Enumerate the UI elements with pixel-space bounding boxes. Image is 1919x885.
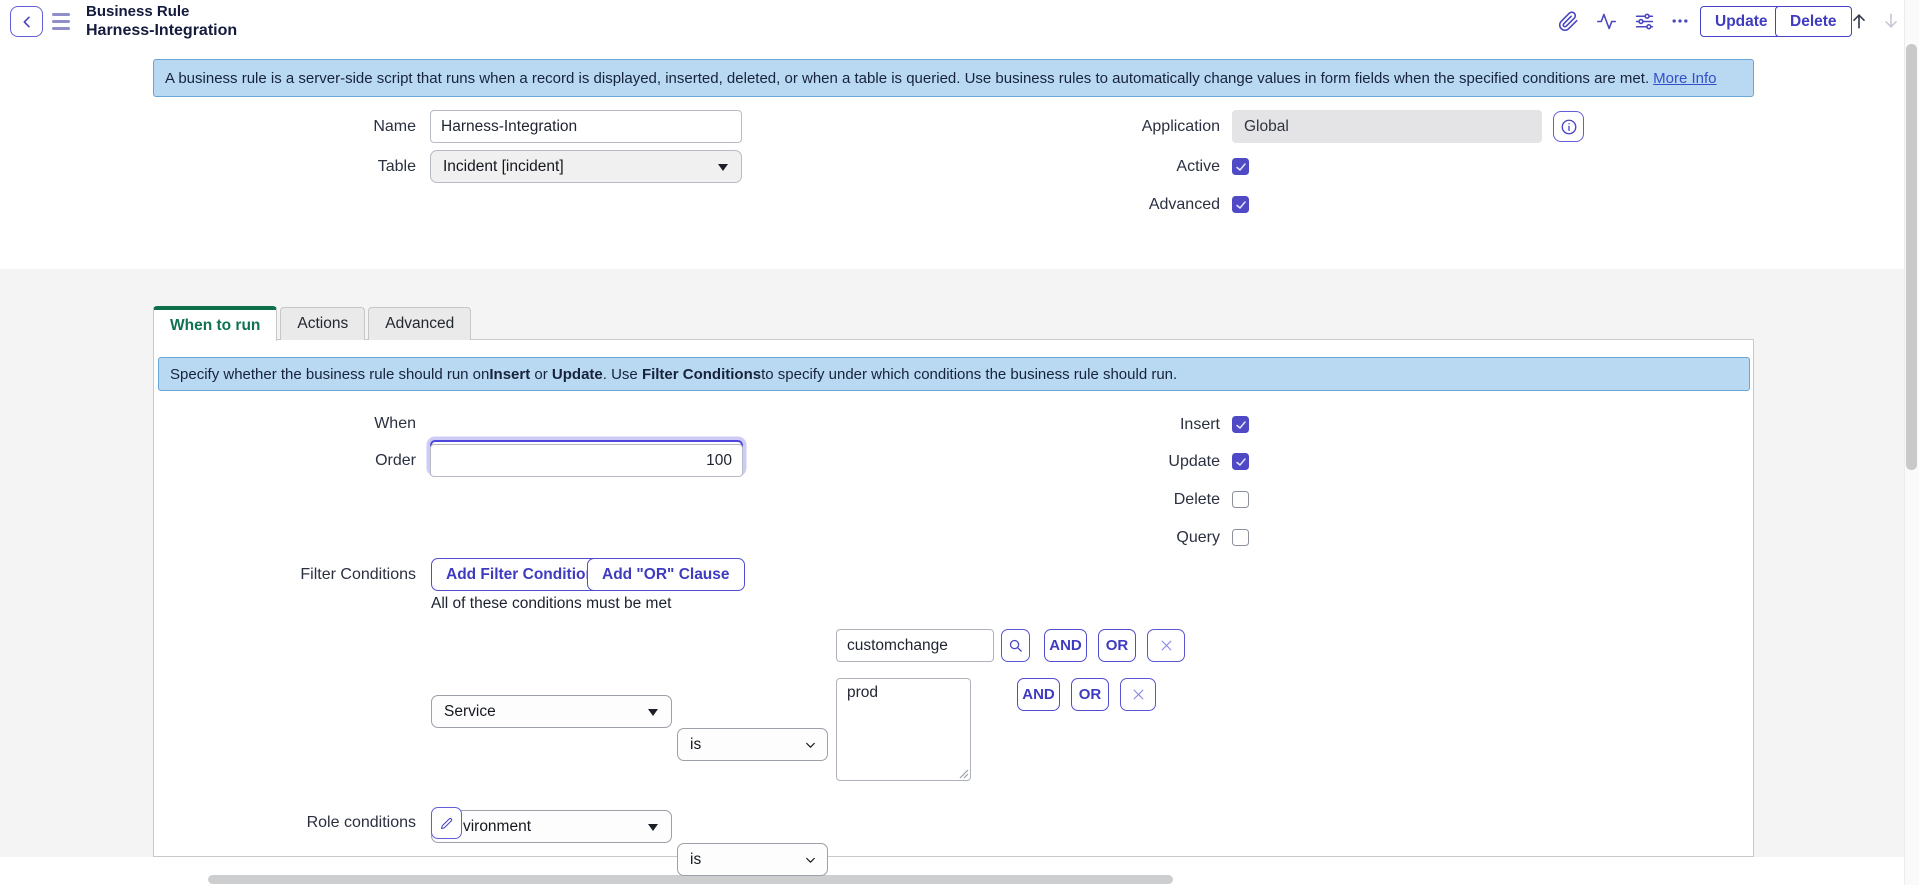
personalize-form-button[interactable] — [1632, 9, 1656, 33]
advanced-label: Advanced — [950, 196, 1220, 213]
condition-search-button[interactable] — [1001, 629, 1030, 662]
or-button[interactable]: OR — [1098, 629, 1136, 662]
condition-operator-value: is — [690, 851, 701, 869]
order-input[interactable] — [430, 444, 743, 477]
tab-bar: When to run Actions Advanced — [153, 306, 471, 341]
banner-bold-filter-conditions: Filter Conditions — [642, 366, 761, 383]
name-input[interactable] — [430, 110, 742, 143]
remove-condition-button[interactable] — [1120, 678, 1156, 711]
record-type-label: Business Rule — [86, 3, 237, 21]
condition-field-select[interactable]: Service — [431, 695, 672, 728]
arrow-up-icon — [1849, 11, 1869, 31]
insert-checkbox[interactable] — [1232, 416, 1249, 433]
condition-value-textarea[interactable]: prod — [836, 678, 971, 781]
check-icon — [1235, 419, 1247, 431]
edit-role-conditions-button[interactable] — [431, 807, 462, 839]
active-checkbox[interactable] — [1232, 158, 1249, 175]
update-button[interactable]: Update — [1700, 6, 1783, 37]
application-field[interactable]: Global — [1232, 110, 1542, 143]
active-label: Active — [950, 158, 1220, 175]
banner-bold-update: Update — [552, 366, 603, 383]
table-select[interactable]: Incident [incident] — [430, 150, 742, 183]
banner-text-segment: . Use — [603, 366, 642, 383]
activity-stream-button[interactable] — [1594, 9, 1618, 33]
insert-label: Insert — [950, 416, 1220, 433]
update-label: Update — [950, 453, 1220, 470]
previous-record-button[interactable] — [1846, 8, 1872, 34]
vertical-scrollbar-thumb[interactable] — [1906, 44, 1917, 470]
when-label: When — [150, 407, 416, 440]
info-icon — [1560, 118, 1578, 136]
condition-field-select[interactable]: Environment — [431, 810, 672, 843]
table-label: Table — [150, 150, 416, 183]
or-button[interactable]: OR — [1071, 678, 1109, 711]
caret-down-icon — [718, 164, 728, 171]
tab-when-to-run[interactable]: When to run — [153, 306, 277, 341]
chevron-left-icon — [19, 14, 35, 30]
info-banner-text: A business rule is a server-side script … — [165, 70, 1649, 87]
horizontal-scrollbar-thumb[interactable] — [208, 875, 1173, 884]
caret-down-icon — [648, 709, 658, 716]
condition-operator-value: is — [690, 736, 701, 754]
sliders-icon — [1634, 11, 1655, 32]
banner-bold-insert: Insert — [489, 366, 530, 383]
banner-text-segment: or — [530, 366, 552, 383]
more-options-button[interactable] — [1668, 9, 1692, 33]
check-icon — [1235, 199, 1247, 211]
add-filter-condition-button[interactable]: Add Filter Condition — [431, 558, 610, 591]
banner-text-segment: Specify whether the business rule should… — [170, 366, 489, 383]
paperclip-icon — [1558, 11, 1579, 32]
next-record-button[interactable] — [1878, 8, 1904, 34]
arrow-down-icon — [1881, 11, 1901, 31]
tab-advanced[interactable]: Advanced — [368, 307, 471, 340]
when-to-run-banner: Specify whether the business rule should… — [158, 357, 1750, 391]
page-title: Business Rule Harness-Integration — [86, 3, 237, 41]
close-icon — [1131, 687, 1146, 702]
activity-icon — [1596, 11, 1617, 32]
delete-label: Delete — [950, 491, 1220, 508]
add-or-clause-button[interactable]: Add "OR" Clause — [587, 558, 745, 591]
check-icon — [1235, 161, 1247, 173]
check-icon — [1235, 456, 1247, 468]
tab-actions[interactable]: Actions — [280, 307, 365, 340]
ellipsis-icon — [1670, 11, 1690, 31]
query-label: Query — [950, 529, 1220, 546]
form-context-menu-icon[interactable] — [52, 13, 70, 30]
table-select-value: Incident [incident] — [443, 158, 564, 176]
condition-operator-select[interactable]: is — [677, 728, 828, 761]
all-conditions-text: All of these conditions must be met — [431, 595, 671, 613]
application-label: Application — [950, 110, 1220, 143]
filter-conditions-label: Filter Conditions — [150, 558, 416, 591]
attachment-button[interactable] — [1556, 9, 1580, 33]
more-info-link[interactable]: More Info — [1653, 70, 1716, 87]
business-rule-form-page: Business Rule Harness-Integration Update… — [0, 0, 1919, 885]
caret-down-icon — [648, 824, 658, 831]
and-button[interactable]: AND — [1017, 678, 1060, 711]
record-name-label: Harness-Integration — [86, 21, 237, 41]
condition-value-input[interactable] — [836, 629, 994, 662]
banner-text-segment: to specify under which conditions the bu… — [761, 366, 1177, 383]
order-label: Order — [150, 444, 416, 477]
chevron-down-icon — [804, 853, 817, 866]
info-banner: A business rule is a server-side script … — [153, 59, 1754, 97]
condition-operator-select[interactable]: is — [677, 843, 828, 876]
search-icon — [1008, 638, 1023, 653]
delete-checkbox[interactable] — [1232, 491, 1249, 508]
and-button[interactable]: AND — [1044, 629, 1087, 662]
close-icon — [1159, 638, 1174, 653]
role-conditions-label: Role conditions — [150, 807, 416, 839]
back-button[interactable] — [10, 6, 43, 37]
application-info-button[interactable] — [1553, 111, 1584, 142]
advanced-checkbox[interactable] — [1232, 196, 1249, 213]
update-checkbox[interactable] — [1232, 453, 1249, 470]
chevron-down-icon — [804, 738, 817, 751]
query-checkbox[interactable] — [1232, 529, 1249, 546]
pencil-icon — [439, 816, 454, 831]
name-label: Name — [150, 110, 416, 143]
remove-condition-button[interactable] — [1147, 629, 1185, 662]
delete-button[interactable]: Delete — [1775, 6, 1852, 37]
condition-field-value: Service — [444, 703, 496, 721]
